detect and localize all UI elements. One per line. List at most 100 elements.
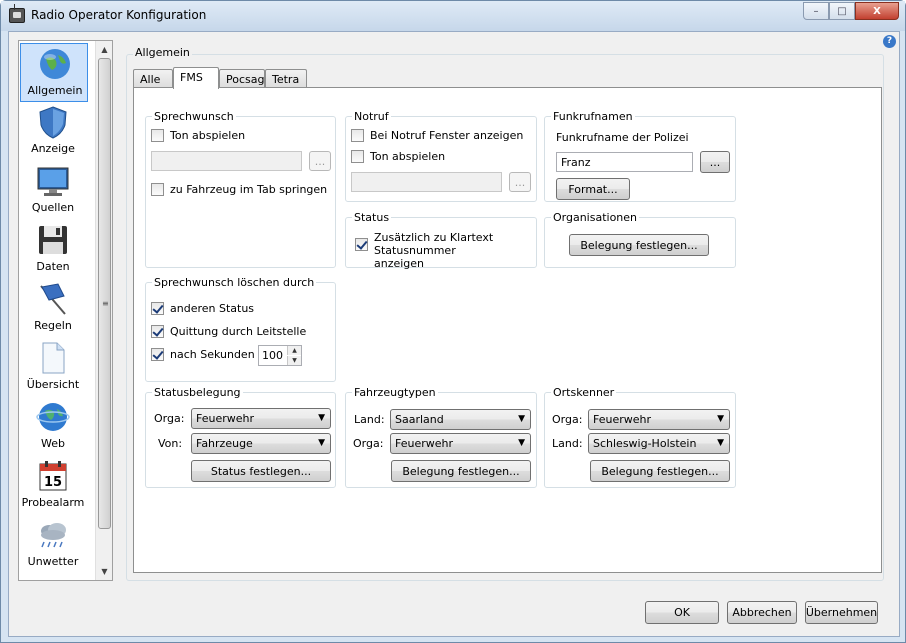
sprechwunsch-title: Sprechwunsch <box>152 110 236 123</box>
tab-pocsag[interactable]: Pocsag <box>219 69 265 88</box>
ortskenner-orga-select[interactable]: Feuerwehr ▼ <box>588 409 730 430</box>
window: Radio Operator Konfiguration – □ X ? All… <box>0 0 906 643</box>
checkbox-box[interactable] <box>151 325 164 338</box>
stepper-value: 100 <box>262 349 283 362</box>
minimize-button[interactable]: – <box>803 2 829 20</box>
ortskenner-belegung-button[interactable]: Belegung festlegen... <box>590 460 730 482</box>
checkbox-box[interactable] <box>151 348 164 361</box>
sprechwunsch-browse-button: ... <box>309 151 331 171</box>
fahrzeugtypen-land-select[interactable]: Saarland ▼ <box>390 409 531 430</box>
organisationen-group: Organisationen Belegung festlegen... <box>544 211 736 268</box>
fahrzeugtypen-group: Fahrzeugtypen Land: Saarland ▼ Orga: Feue… <box>345 386 537 488</box>
fahrzeugtypen-belegung-button[interactable]: Belegung festlegen... <box>391 460 531 482</box>
tab-alle[interactable]: Alle <box>133 69 173 88</box>
sidebar-item-web[interactable]: Web <box>19 397 87 456</box>
checkbox-box[interactable] <box>355 238 368 251</box>
checkbox-box[interactable] <box>351 150 364 163</box>
scroll-up-icon[interactable]: ▲ <box>96 41 112 58</box>
chevron-down-icon: ▼ <box>318 413 325 423</box>
tab-tetra[interactable]: Tetra <box>265 69 307 88</box>
cancel-button[interactable]: Abbrechen <box>727 601 797 624</box>
fahrzeugtypen-title: Fahrzeugtypen <box>352 386 438 399</box>
funkrufname-input[interactable]: Franz <box>556 152 693 172</box>
help-icon[interactable]: ? <box>883 35 896 48</box>
ton-abspielen-checkbox[interactable]: Ton abspielen <box>151 129 245 142</box>
notruf-ton-checkbox[interactable]: Ton abspielen <box>351 150 445 163</box>
organisationen-belegung-button[interactable]: Belegung festlegen... <box>569 234 709 256</box>
svg-text:15: 15 <box>44 475 62 490</box>
sidebar-item-anzeige[interactable]: Anzeige <box>19 102 87 161</box>
statusbelegung-group: Statusbelegung Orga: Feuerwehr ▼ Von: Fah… <box>145 386 336 488</box>
sidebar-item-regeln[interactable]: Regeln <box>19 279 87 338</box>
nach-sekunden-checkbox[interactable]: nach Sekunden <box>151 348 255 361</box>
funkrufname-browse-button[interactable]: ... <box>700 151 730 173</box>
checkbox-box[interactable] <box>351 129 364 142</box>
statusbelegung-von-select[interactable]: Fahrzeuge ▼ <box>191 433 331 454</box>
sidebar-label: Regeln <box>34 319 72 332</box>
notruf-browse-button: ... <box>509 172 531 192</box>
sidebar-label: Übersicht <box>26 378 80 391</box>
web-globe-icon <box>36 403 70 431</box>
ortskenner-land-select[interactable]: Schleswig-Holstein ▼ <box>588 433 730 454</box>
select-value: Feuerwehr <box>395 437 454 450</box>
ortskenner-land-label: Land: <box>552 437 583 450</box>
format-button[interactable]: Format... <box>556 178 630 200</box>
checkbox-box[interactable] <box>151 129 164 142</box>
checkbox-box[interactable] <box>151 183 164 196</box>
sprechwunsch-group: Sprechwunsch Ton abspielen ... zu Fahrze… <box>145 110 336 268</box>
sidebar-scrollbar[interactable]: ▲ ≡ ▼ <box>95 41 112 580</box>
sidebar-item-unwetter[interactable]: Unwetter <box>19 515 87 574</box>
statusbelegung-title: Statusbelegung <box>152 386 243 399</box>
anderen-status-checkbox[interactable]: anderen Status <box>151 302 254 315</box>
chevron-down-icon: ▼ <box>717 438 724 448</box>
notruf-fenster-checkbox[interactable]: Bei Notruf Fenster anzeigen <box>351 129 523 142</box>
sidebar-item-allgemein[interactable]: Allgemein <box>20 43 88 102</box>
tab-fms[interactable]: FMS <box>173 67 219 89</box>
checkbox-label: Quittung durch Leitstelle <box>170 325 307 338</box>
loeschen-title: Sprechwunsch löschen durch <box>152 276 317 289</box>
status-festlegen-button[interactable]: Status festlegen... <box>191 460 331 482</box>
select-value: Feuerwehr <box>196 412 255 425</box>
checkbox-label: nach Sekunden <box>170 348 255 361</box>
stepper-down-icon[interactable]: ▼ <box>287 356 301 365</box>
statusbelegung-von-label: Von: <box>158 437 183 450</box>
checkbox-label: zu Fahrzeug im Tab springen <box>170 183 328 196</box>
checkbox-label: Ton abspielen <box>170 129 246 142</box>
status-group: Status Zusätzlich zu Klartext Statusnumm… <box>345 211 537 270</box>
scroll-down-icon[interactable]: ▼ <box>96 563 112 580</box>
zu-fahrzeug-checkbox[interactable]: zu Fahrzeug im Tab springen <box>151 183 327 196</box>
checkbox-label: anderen Status <box>170 302 255 315</box>
sidebar-label: Daten <box>36 260 70 273</box>
fahrzeugtypen-orga-select[interactable]: Feuerwehr ▼ <box>390 433 531 454</box>
chevron-down-icon: ▼ <box>518 414 525 424</box>
checkbox-label: Ton abspielen <box>370 150 446 163</box>
funkrufname-label: Funkrufname der Polizei <box>556 131 689 144</box>
statusbelegung-orga-select[interactable]: Feuerwehr ▼ <box>191 408 331 429</box>
sidebar-item-probealarm[interactable]: 15 Probealarm <box>19 456 87 515</box>
sidebar-item-daten[interactable]: Daten <box>19 220 87 279</box>
klartext-checkbox[interactable]: Zusätzlich zu Klartext Statusnummer anze… <box>355 231 505 270</box>
stepper-up-icon[interactable]: ▲ <box>287 346 301 355</box>
sidebar-item-uebersicht[interactable]: Übersicht <box>19 338 87 397</box>
ortskenner-orga-label: Orga: <box>552 413 583 426</box>
fahrzeugtypen-land-label: Land: <box>354 413 385 426</box>
ok-button[interactable]: OK <box>645 601 719 624</box>
select-value: Feuerwehr <box>593 413 652 426</box>
floppy-disk-icon <box>39 226 67 254</box>
quittung-checkbox[interactable]: Quittung durch Leitstelle <box>151 325 306 338</box>
notruf-file-input <box>351 172 502 192</box>
tab-panel-fms: Sprechwunsch Ton abspielen ... zu Fahrze… <box>133 87 882 573</box>
sekunden-stepper[interactable]: 100 ▲ ▼ <box>258 345 302 366</box>
chevron-down-icon: ▼ <box>717 414 724 424</box>
close-button[interactable]: X <box>855 2 899 20</box>
title-bar[interactable]: Radio Operator Konfiguration – □ X <box>1 1 905 31</box>
scroll-thumb[interactable]: ≡ <box>98 58 111 529</box>
maximize-button[interactable]: □ <box>829 2 855 20</box>
chevron-down-icon: ▼ <box>318 438 325 448</box>
monitor-icon <box>37 167 69 196</box>
apply-button[interactable]: Übernehmen <box>805 601 878 624</box>
notruf-group: Notruf Bei Notruf Fenster anzeigen Ton a… <box>345 110 537 202</box>
sidebar-item-quellen[interactable]: Quellen <box>19 161 87 220</box>
checkbox-box[interactable] <box>151 302 164 315</box>
document-icon <box>42 342 65 374</box>
